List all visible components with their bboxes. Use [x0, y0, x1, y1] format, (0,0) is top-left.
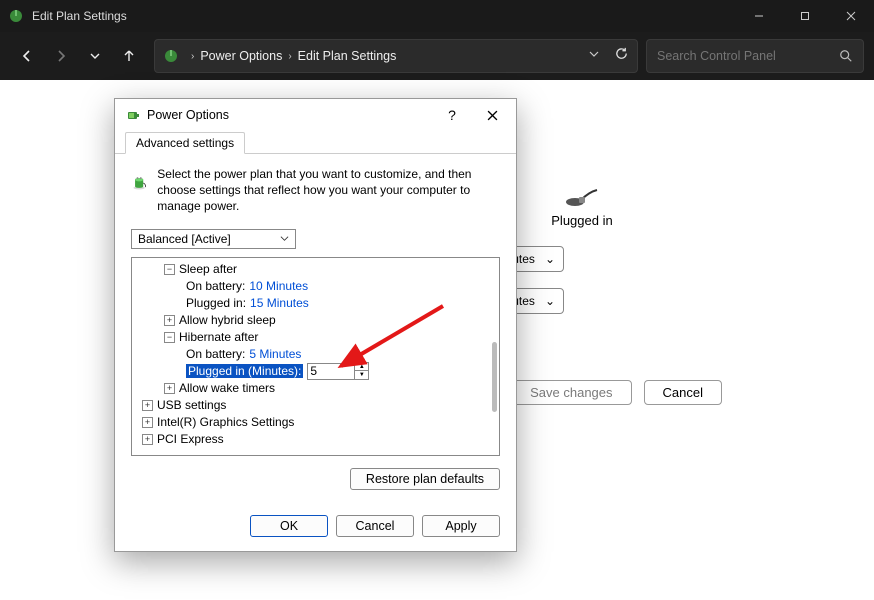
settings-tree[interactable]: −Sleep after On battery:10 Minutes Plugg… [131, 257, 500, 456]
breadcrumb-bar[interactable]: › Power Options › Edit Plan Settings [154, 39, 638, 73]
apply-button[interactable]: Apply [422, 515, 500, 537]
tree-item-hibernate-on-battery[interactable]: On battery:5 Minutes [132, 346, 499, 363]
sleep-plugged-value[interactable]: 15 Minutes [250, 296, 309, 310]
chevron-right-icon: › [191, 51, 194, 62]
nav-bar: › Power Options › Edit Plan Settings [0, 32, 874, 80]
ok-button[interactable]: OK [250, 515, 328, 537]
tree-item-pci-express[interactable]: +PCI Express [132, 431, 499, 448]
spinner-buttons[interactable]: ▲▼ [355, 362, 369, 380]
tree-item-sleep-plugged-in[interactable]: Plugged in:15 Minutes [132, 295, 499, 312]
chevron-down-icon: ⌄ [545, 252, 555, 266]
hibernate-on-battery-value[interactable]: 5 Minutes [249, 347, 301, 361]
nav-back-button[interactable] [10, 39, 44, 73]
chevron-down-icon [280, 232, 289, 246]
expand-icon[interactable]: + [142, 417, 153, 428]
app-icon [8, 8, 24, 24]
tab-advanced-settings[interactable]: Advanced settings [125, 132, 245, 154]
close-button[interactable] [828, 0, 874, 32]
content-area: use. Plugged in minutes⌄ minutes⌄ Save c… [0, 80, 874, 600]
battery-large-icon [131, 166, 147, 200]
breadcrumb-icon [163, 48, 179, 64]
battery-icon [125, 107, 141, 123]
tree-item-sleep-after[interactable]: −Sleep after [132, 261, 499, 278]
dialog-cancel-button[interactable]: Cancel [336, 515, 414, 537]
tree-item-hybrid-sleep[interactable]: +Allow hybrid sleep [132, 312, 499, 329]
collapse-icon[interactable]: − [164, 264, 175, 275]
dialog-intro-text: Select the power plan that you want to c… [157, 166, 500, 215]
restore-defaults-button[interactable]: Restore plan defaults [350, 468, 500, 490]
spin-down-icon[interactable]: ▼ [355, 371, 368, 379]
search-icon [839, 49, 853, 63]
tree-item-hibernate-plugged-in[interactable]: Plugged in (Minutes): ▲▼ [132, 363, 499, 380]
chevron-right-icon: › [288, 51, 291, 62]
plug-icon [565, 187, 599, 209]
minimize-button[interactable] [736, 0, 782, 32]
collapse-icon[interactable]: − [164, 332, 175, 343]
tree-item-usb-settings[interactable]: +USB settings [132, 397, 499, 414]
plan-select[interactable]: Balanced [Active] [131, 229, 296, 249]
refresh-button[interactable] [614, 46, 629, 66]
dialog-title: Power Options [147, 108, 432, 122]
tree-item-hibernate-after[interactable]: −Hibernate after [132, 329, 499, 346]
sleep-on-battery-value[interactable]: 10 Minutes [249, 279, 308, 293]
hibernate-plugged-label-selected: Plugged in (Minutes): [186, 364, 303, 378]
nav-up-button[interactable] [112, 39, 146, 73]
breadcrumb-item-power-options[interactable]: Power Options [200, 49, 282, 63]
dialog-titlebar[interactable]: Power Options ? [115, 99, 516, 131]
window-title: Edit Plan Settings [32, 9, 736, 23]
spin-up-icon[interactable]: ▲ [355, 363, 368, 371]
tree-item-sleep-on-battery[interactable]: On battery:10 Minutes [132, 278, 499, 295]
tab-strip: Advanced settings [115, 131, 516, 154]
power-options-dialog: Power Options ? Advanced settings Select… [114, 98, 517, 552]
maximize-button[interactable] [782, 0, 828, 32]
expand-icon[interactable]: + [164, 383, 175, 394]
expand-icon[interactable]: + [142, 400, 153, 411]
dialog-close-button[interactable] [472, 101, 512, 129]
plan-select-value: Balanced [Active] [138, 232, 231, 246]
bg-plugged-in-label: Plugged in [551, 213, 612, 228]
cancel-button[interactable]: Cancel [644, 380, 722, 405]
expand-icon[interactable]: + [142, 434, 153, 445]
tree-item-wake-timers[interactable]: +Allow wake timers [132, 380, 499, 397]
save-changes-button[interactable]: Save changes [511, 380, 631, 405]
hibernate-plugged-input[interactable] [307, 363, 355, 380]
search-bar[interactable] [646, 39, 864, 73]
search-input[interactable] [657, 49, 839, 63]
scrollbar-thumb[interactable] [492, 342, 497, 412]
tree-item-intel-graphics[interactable]: +Intel(R) Graphics Settings [132, 414, 499, 431]
breadcrumb-dropdown-icon[interactable] [588, 47, 600, 65]
window-titlebar: Edit Plan Settings [0, 0, 874, 32]
chevron-down-icon: ⌄ [545, 294, 555, 308]
nav-forward-button[interactable] [44, 39, 78, 73]
breadcrumb-item-edit-plan[interactable]: Edit Plan Settings [298, 49, 397, 63]
dialog-help-button[interactable]: ? [432, 101, 472, 129]
expand-icon[interactable]: + [164, 315, 175, 326]
nav-history-button[interactable] [78, 39, 112, 73]
